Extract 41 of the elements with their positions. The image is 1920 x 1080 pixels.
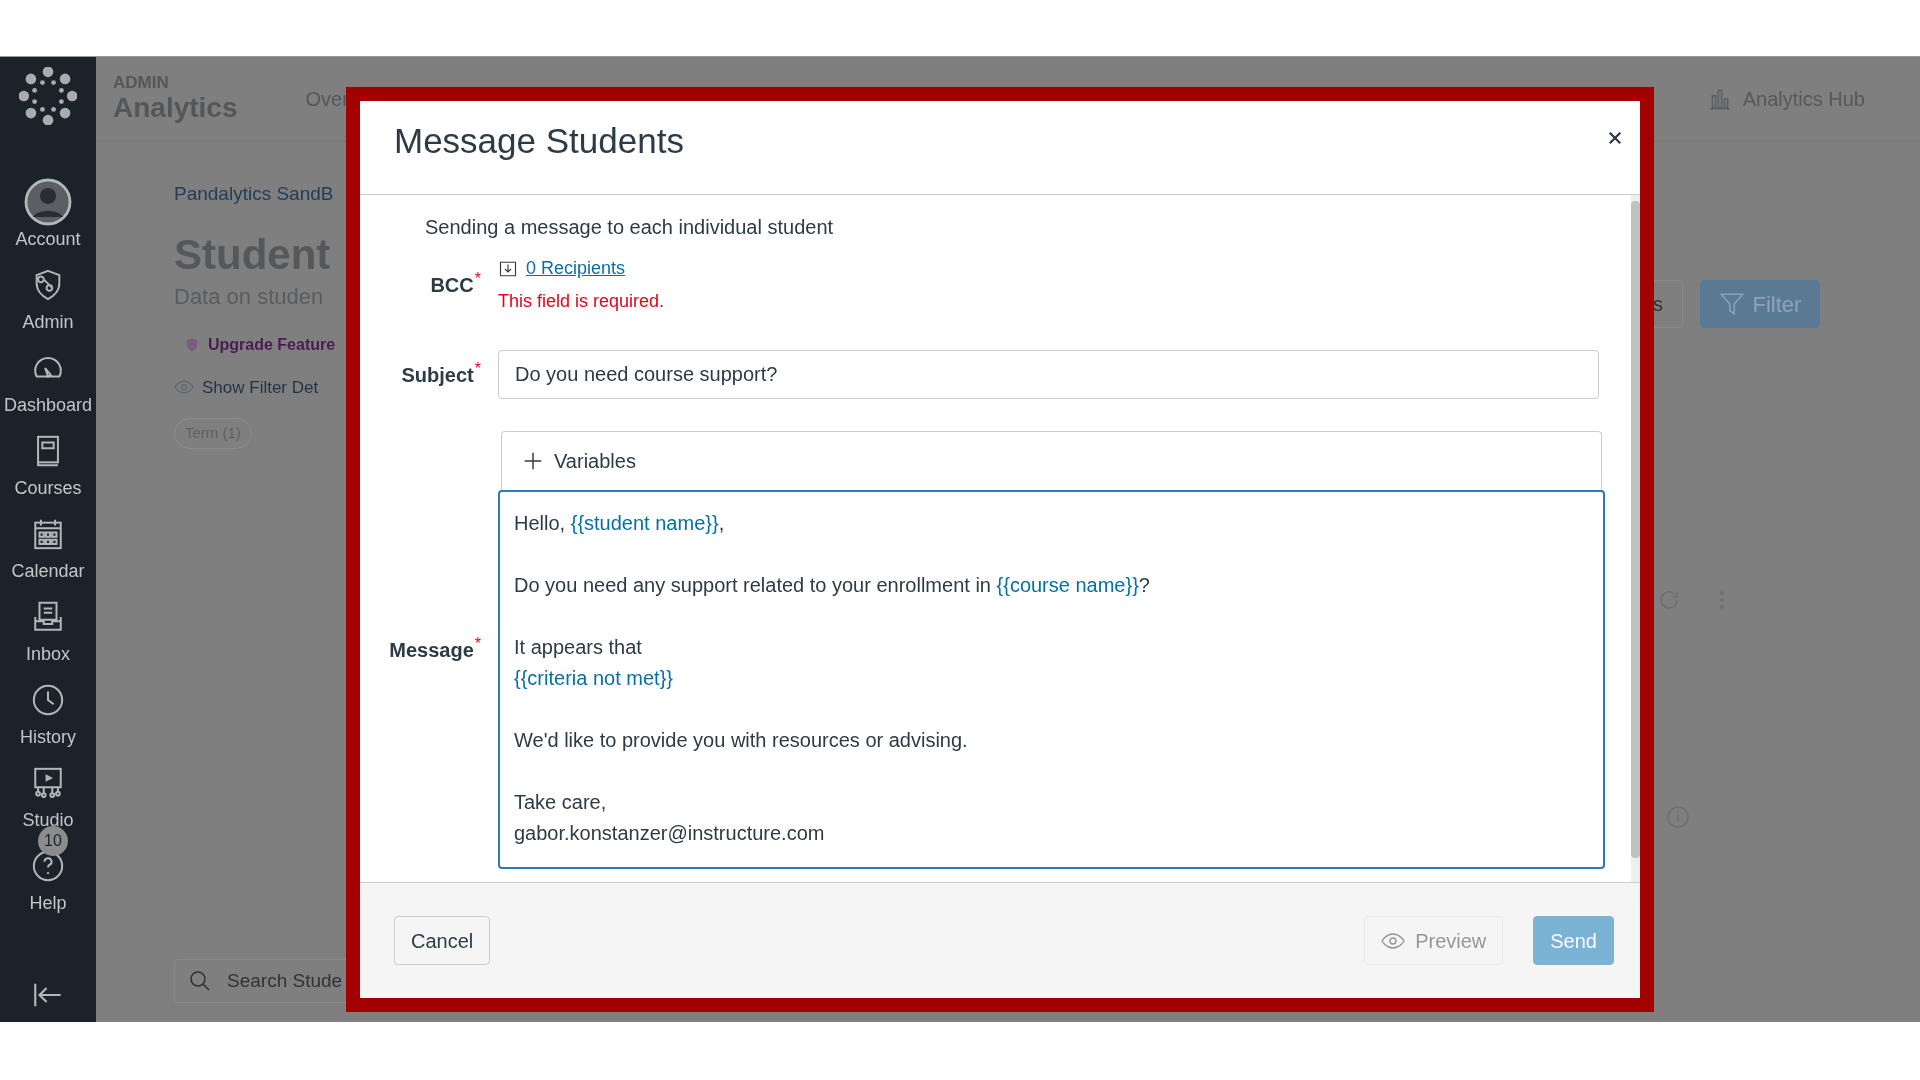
sidebar-item[interactable]: Help 10 [0,826,96,923]
search-icon [188,968,212,993]
shield-icon [184,336,200,353]
sidebar-item[interactable]: Account [0,176,96,259]
variables-button[interactable]: Variables [501,431,1602,490]
inbox-icon [31,600,65,634]
message-line: It appears that [514,635,642,660]
message-line: Hello, {{student name}}, [514,511,725,536]
field-label: Message$^{*}$ [389,635,481,663]
scrollbar-thumb[interactable] [1631,201,1640,858]
sidebar-item[interactable]: Calendar [0,508,96,591]
logo-icon[interactable] [19,67,77,125]
message-line: Do you need any support related to your enrollment in {{course name}}? [514,573,1150,598]
message-line: We'd like to provide you with resources or advising. [514,728,968,753]
calendar-icon [31,517,65,551]
message-line: {{criteria not met}} [514,666,673,691]
message-editor[interactable] [498,490,1605,869]
close-icon [1606,129,1624,147]
message-line: gabor.konstanzer@instructure.com [514,821,825,846]
sidebar-item[interactable]: Dashboard [0,342,96,425]
sidebar-item[interactable]: Inbox [0,591,96,674]
download-icon [498,259,518,278]
funnel-icon [1718,291,1745,317]
plus-icon [522,450,544,472]
dialog-title: Message Students [394,120,684,162]
cancel-button[interactable]: Cancel [394,916,491,965]
upgrade-feature-label: Upgrade Feature [208,334,336,355]
sidebar-item[interactable]: Courses [0,425,96,508]
screen-icon [31,766,65,800]
sidebar-item[interactable]: Admin [0,259,96,342]
error-message: This field is required. [498,290,665,313]
field-label: Subject$^{*}$ [401,359,481,388]
subject-field[interactable]: Do you need course support? [498,350,1599,399]
sidebar-item[interactable]: History [0,674,96,757]
person-icon [24,178,72,226]
field-label: BCC$^{*}$ [430,270,481,298]
notification-badge: 10 [38,826,68,856]
recipients-link[interactable]: 0 Recipients [526,255,626,282]
message-line: Take care, [514,790,607,815]
clock-icon [31,683,65,717]
intro-text: Sending a message to each individual student [425,215,835,240]
